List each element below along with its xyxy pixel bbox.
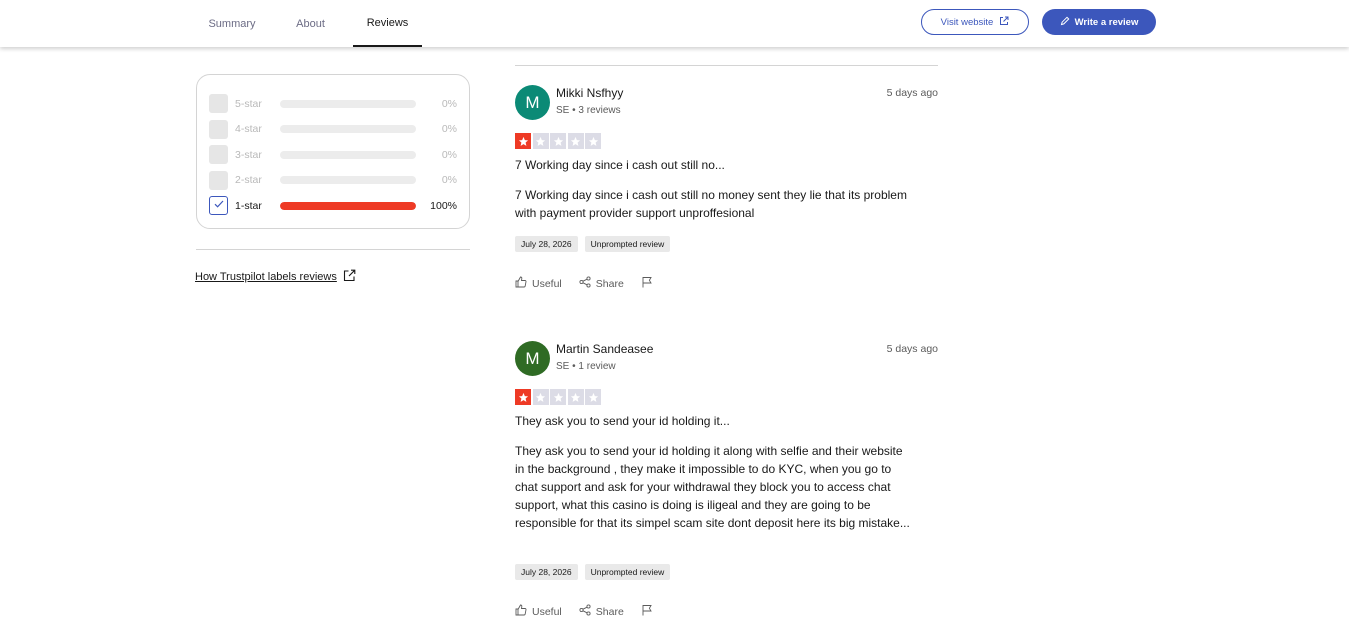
review-actions: Useful Share: [515, 604, 670, 619]
thumbs-up-icon: [515, 604, 527, 619]
share-label: Share: [595, 277, 624, 290]
star-empty-icon: [567, 133, 584, 149]
share-icon: [579, 276, 591, 291]
filter-bar-fill: [280, 201, 416, 210]
filter-label: 4-star: [235, 123, 262, 136]
review-time-ago: 5 days ago: [886, 343, 938, 355]
review-title[interactable]: 7 Working day since i cash out still no.…: [515, 158, 725, 172]
visit-website-label: Visit website: [940, 16, 994, 28]
filter-label: 5-star: [235, 97, 262, 110]
avatar[interactable]: M: [515, 341, 550, 376]
report-button[interactable]: [641, 276, 653, 291]
checkmark-icon: [213, 197, 225, 215]
star-empty-icon: [567, 389, 584, 405]
checkbox-1-star[interactable]: [209, 196, 228, 216]
top-nav-bar: Summary About Reviews Visit website Writ…: [0, 0, 1349, 47]
filter-bar: [280, 125, 416, 134]
filter-label: 1-star: [235, 199, 262, 212]
checkbox-3-star[interactable]: [209, 145, 228, 165]
labels-link-text: How Trustpilot labels reviews: [195, 271, 337, 283]
external-link-icon: [343, 269, 356, 285]
star-empty-icon: [585, 133, 601, 149]
how-trustpilot-labels-link[interactable]: How Trustpilot labels reviews: [195, 269, 356, 285]
unprompted-review-chip[interactable]: Unprompted review: [584, 236, 671, 252]
review-chips: July 28, 2026 Unprompted review: [515, 236, 671, 252]
star-empty-icon: [550, 389, 566, 405]
filter-bar: [280, 99, 416, 108]
avatar[interactable]: M: [515, 85, 550, 120]
visit-website-button[interactable]: Visit website: [921, 9, 1029, 35]
write-review-label: Write a review: [1074, 16, 1139, 28]
filter-bar: [280, 150, 416, 159]
review-title[interactable]: They ask you to send your id holding it.…: [515, 414, 730, 428]
star-empty-icon: [532, 133, 549, 149]
share-button[interactable]: Share: [579, 604, 624, 619]
reviewer-meta: SE • 1 review: [556, 361, 616, 372]
star-empty-icon: [550, 133, 566, 149]
checkbox-5-star[interactable]: [209, 94, 228, 114]
flag-icon: [641, 276, 653, 291]
experience-date-chip: July 28, 2026: [515, 564, 578, 580]
write-review-button[interactable]: Write a review: [1042, 9, 1156, 35]
star-rating: [515, 133, 601, 149]
filter-bar: [280, 176, 416, 185]
filter-percent: 0%: [441, 174, 457, 187]
star-rating: [515, 389, 601, 405]
checkbox-4-star[interactable]: [209, 119, 228, 139]
reviewer-name[interactable]: Martin Sandeasee: [556, 342, 653, 356]
external-link-icon: [999, 16, 1009, 29]
filter-label: 3-star: [235, 148, 262, 161]
tab-about[interactable]: About: [268, 0, 353, 47]
divider: [515, 65, 938, 66]
tab-reviews[interactable]: Reviews: [353, 0, 422, 47]
review-chips: July 28, 2026 Unprompted review: [515, 564, 671, 580]
experience-date-chip: July 28, 2026: [515, 236, 578, 252]
star-filter-card: 5-star 0% 4-star 0% 3-star 0% 2-star 0% …: [196, 74, 470, 229]
filter-row-1-star[interactable]: 1-star 100%: [209, 193, 457, 219]
section-tabs: Summary About Reviews: [196, 0, 422, 47]
filter-bar: [280, 201, 416, 210]
star-empty-icon: [585, 389, 601, 405]
filter-row-3-star[interactable]: 3-star 0%: [209, 142, 457, 168]
pencil-icon: [1060, 16, 1070, 29]
reviewer-meta: SE • 3 reviews: [556, 105, 621, 116]
filter-row-4-star[interactable]: 4-star 0%: [209, 117, 457, 143]
report-button[interactable]: [641, 604, 653, 619]
useful-button[interactable]: Useful: [515, 604, 562, 619]
useful-button[interactable]: Useful: [515, 276, 562, 291]
filter-percent: 0%: [441, 97, 457, 110]
star-filled-icon: [515, 133, 531, 149]
share-icon: [579, 604, 591, 619]
filter-row-2-star[interactable]: 2-star 0%: [209, 168, 457, 194]
filter-percent: 100%: [430, 199, 457, 212]
review-card: M Mikki Nsfhyy SE • 3 reviews 5 days ago…: [515, 85, 938, 300]
star-filled-icon: [515, 389, 531, 405]
review-body: They ask you to send your id holding it …: [515, 444, 910, 530]
filter-percent: 0%: [441, 123, 457, 136]
share-button[interactable]: Share: [579, 276, 624, 291]
useful-label: Useful: [532, 605, 562, 618]
filter-label: 2-star: [235, 174, 262, 187]
tab-summary[interactable]: Summary: [196, 0, 268, 47]
useful-label: Useful: [532, 277, 562, 290]
checkbox-2-star[interactable]: [209, 170, 228, 190]
reviewer-name[interactable]: Mikki Nsfhyy: [556, 86, 623, 100]
review-card: M Martin Sandeasee SE • 1 review 5 days …: [515, 341, 938, 631]
review-body: 7 Working day since i cash out still no …: [515, 188, 907, 220]
divider: [196, 249, 470, 250]
star-empty-icon: [532, 389, 549, 405]
unprompted-review-chip[interactable]: Unprompted review: [584, 564, 671, 580]
filter-row-5-star[interactable]: 5-star 0%: [209, 91, 457, 117]
thumbs-up-icon: [515, 276, 527, 291]
share-label: Share: [595, 605, 624, 618]
review-time-ago: 5 days ago: [886, 87, 938, 99]
flag-icon: [641, 604, 653, 619]
review-actions: Useful Share: [515, 276, 670, 291]
filter-percent: 0%: [441, 148, 457, 161]
